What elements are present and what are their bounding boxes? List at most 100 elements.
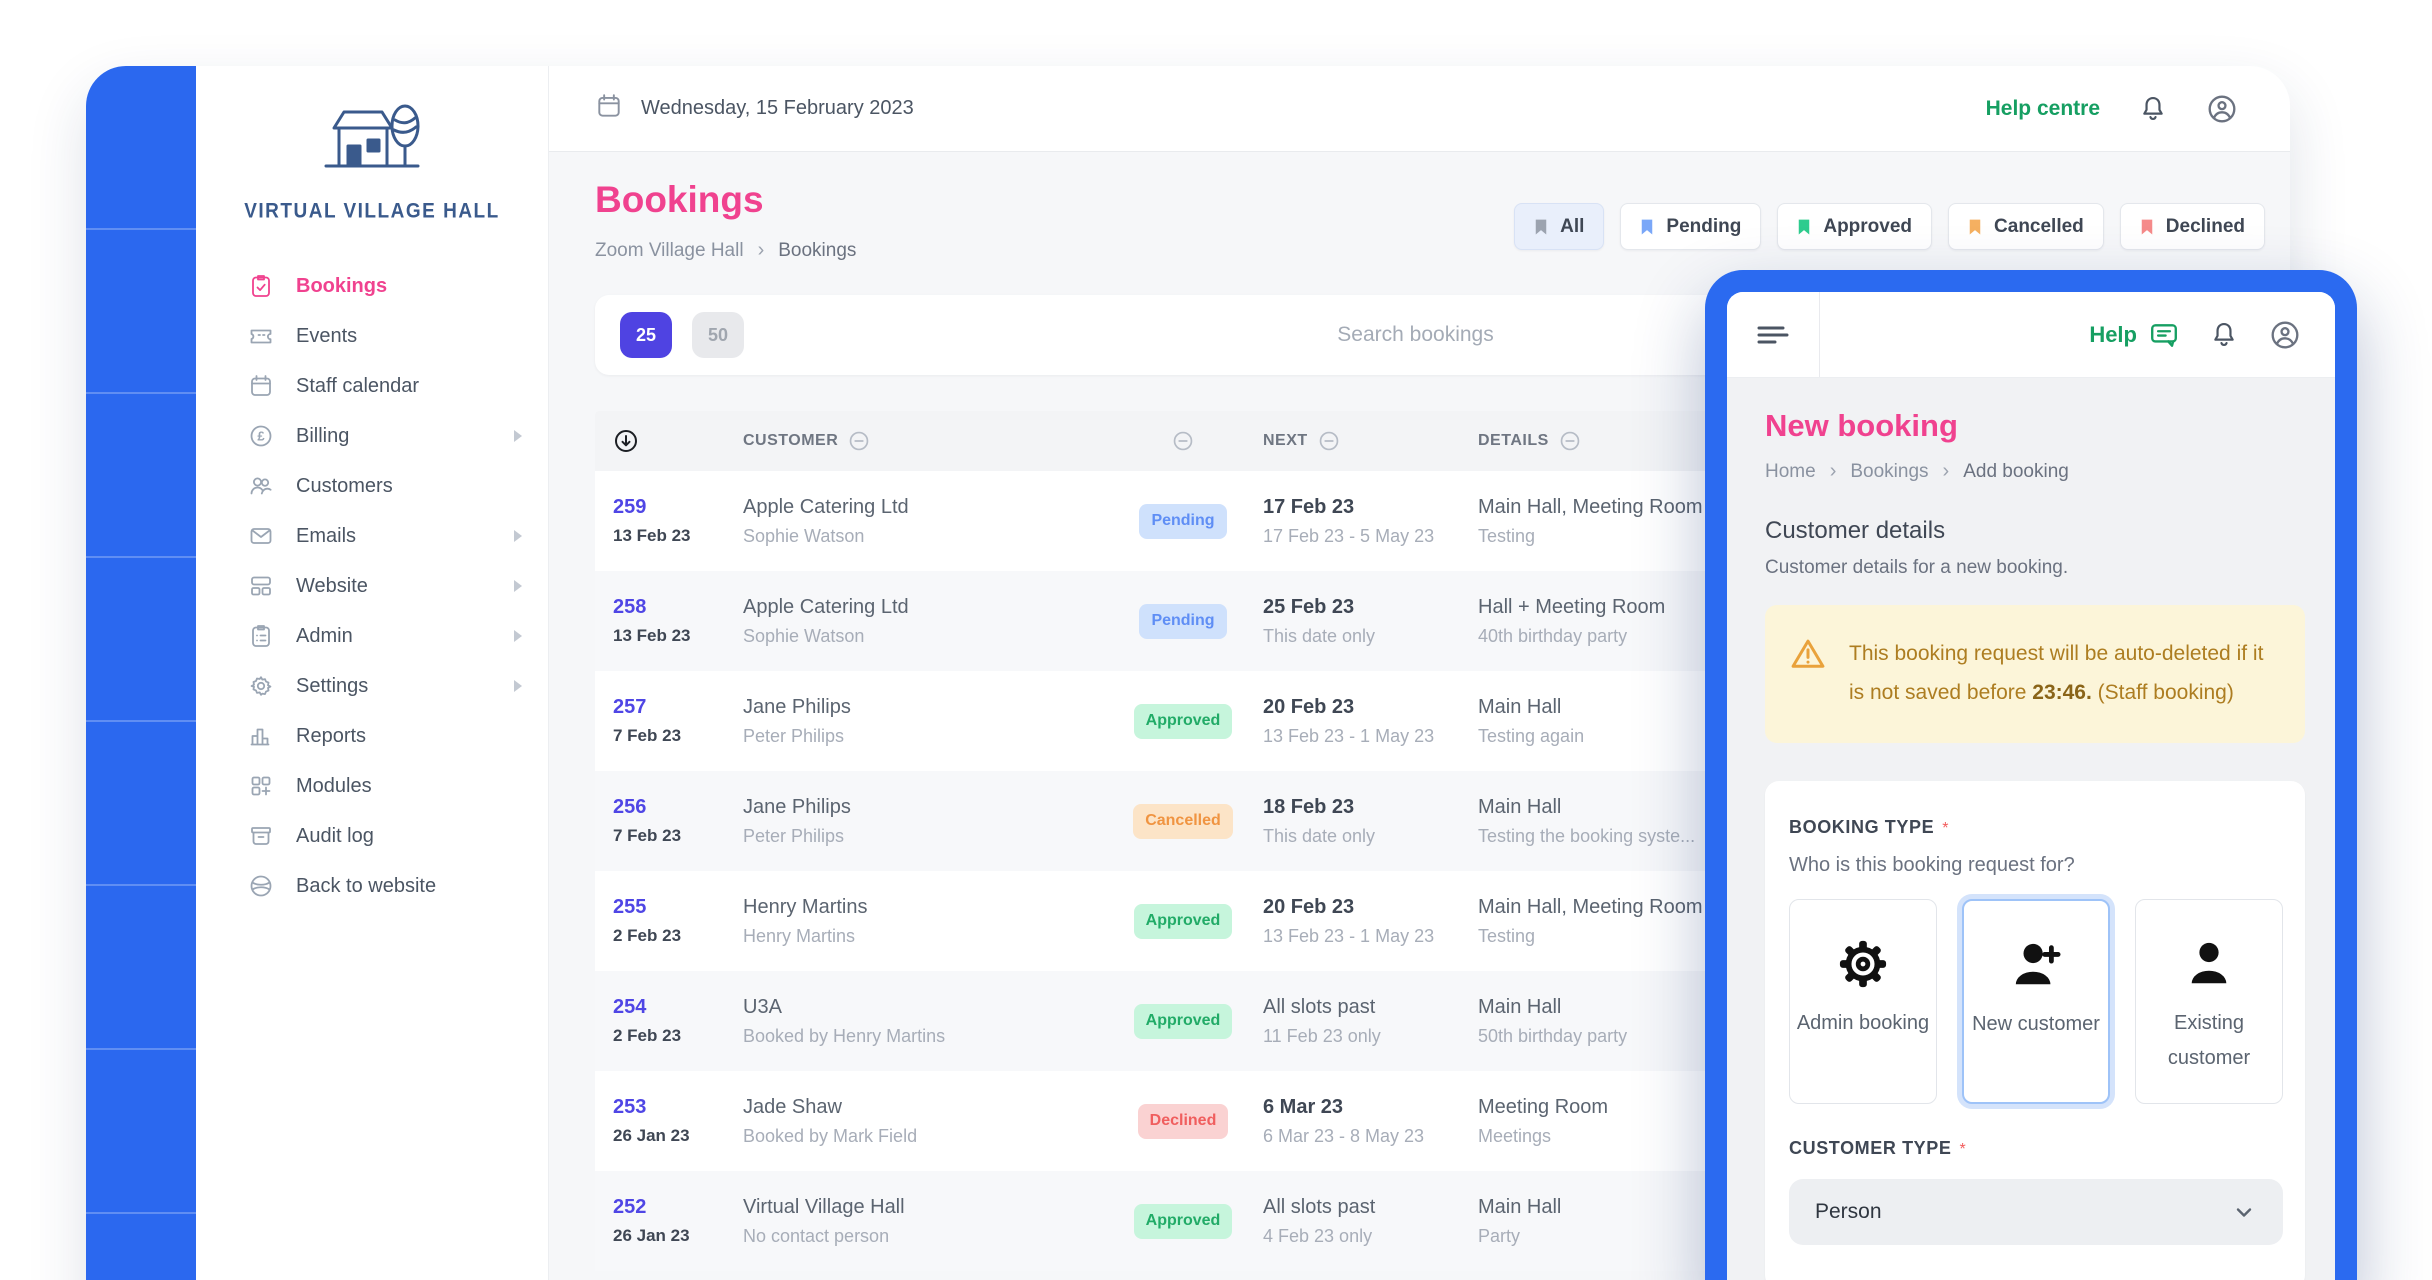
chevron-down-icon [2231, 1199, 2257, 1225]
filter-pending[interactable]: Pending [1620, 203, 1761, 250]
breadcrumb-home[interactable]: Home [1765, 461, 1816, 483]
sidebar-item-admin[interactable]: Admin [248, 611, 522, 661]
bookmark-icon [1797, 218, 1811, 236]
status-badge: Cancelled [1133, 804, 1233, 839]
filter-declined[interactable]: Declined [2120, 203, 2265, 250]
option-admin-booking[interactable]: Admin booking [1789, 899, 1937, 1104]
user-avatar-icon[interactable] [2269, 319, 2301, 351]
booking-form-card: BOOKING TYPE * Who is this booking reques… [1765, 781, 2305, 1280]
panel-title: New booking [1765, 408, 2305, 444]
help-centre-link[interactable]: Help centre [1986, 97, 2100, 121]
booking-type-label: BOOKING TYPE [1789, 817, 1934, 837]
next-column-header[interactable]: NEXT [1263, 430, 1478, 452]
section-title: Customer details [1765, 517, 2305, 545]
status-badge: Approved [1134, 1204, 1233, 1239]
booking-type-options: Admin booking New customer Existing cust… [1789, 899, 2283, 1104]
breadcrumb: Zoom Village Hall Bookings [595, 239, 856, 262]
svg-text:£: £ [257, 429, 265, 444]
circle-minus-icon [848, 430, 870, 452]
status-badge: Pending [1139, 504, 1227, 539]
breadcrumb-bookings[interactable]: Bookings [1850, 461, 1928, 483]
filter-all[interactable]: All [1514, 203, 1604, 250]
users-icon [248, 473, 274, 499]
ticket-icon [248, 323, 274, 349]
page-size-50-button[interactable]: 50 [692, 312, 744, 358]
circle-minus-icon [1318, 430, 1340, 452]
sidebar-item-reports[interactable]: Reports [248, 711, 522, 761]
bell-icon[interactable] [2138, 94, 2168, 124]
chevron-right-icon [514, 430, 522, 442]
new-booking-panel: Help New booking Home Bookings Add booki… [1705, 270, 2357, 1280]
chevron-right-icon [514, 580, 522, 592]
chevron-right-icon [514, 680, 522, 692]
sidebar-item-billing[interactable]: £ Billing [248, 411, 522, 461]
sidebar-item-events[interactable]: Events [248, 311, 522, 361]
panel-body: New booking Home Bookings Add booking Cu… [1727, 408, 2335, 1280]
house-tree-logo-icon [312, 96, 432, 187]
date-display: Wednesday, 15 February 2023 [595, 92, 914, 126]
booking-type-question: Who is this booking request for? [1789, 854, 2283, 877]
warning-triangle-icon [1789, 635, 1827, 713]
chevron-right-icon [514, 530, 522, 542]
bell-icon[interactable] [2209, 320, 2239, 350]
required-asterisk: * [1960, 1141, 1966, 1158]
status-column-header[interactable] [1103, 430, 1263, 452]
status-badge: Approved [1134, 904, 1233, 939]
topbar: Wednesday, 15 February 2023 Help centre [549, 66, 2290, 152]
logo: VIRTUAL VILLAGE HALL [196, 96, 548, 223]
customer-type-select[interactable]: Person [1789, 1179, 2283, 1245]
clipboard-list-icon [248, 623, 274, 649]
required-asterisk: * [1942, 820, 1948, 837]
globe-icon [248, 873, 274, 899]
page-title: Bookings [595, 179, 764, 221]
brand-name: VIRTUAL VILLAGE HALL [244, 200, 500, 225]
panel-breadcrumb: Home Bookings Add booking [1765, 460, 2305, 483]
user-avatar-icon[interactable] [2206, 93, 2238, 125]
person-icon [2184, 936, 2234, 992]
help-link[interactable]: Help [2089, 321, 2179, 349]
sidebar-item-audit-log[interactable]: Audit log [248, 811, 522, 861]
person-plus-icon [2009, 937, 2063, 993]
sidebar-item-modules[interactable]: Modules [248, 761, 522, 811]
breadcrumb-separator [1943, 460, 1950, 483]
breadcrumb-separator [758, 239, 765, 262]
customer-column-header[interactable]: CUSTOMER [743, 430, 1103, 452]
hamburger-menu-icon[interactable] [1727, 292, 1820, 377]
option-existing-customer[interactable]: Existing customer [2135, 899, 2283, 1104]
page-size-25-button[interactable]: 25 [620, 312, 672, 358]
breadcrumb-separator [1830, 460, 1837, 483]
sidebar-item-customers[interactable]: Customers [248, 461, 522, 511]
warning-text: This booking request will be auto-delete… [1849, 635, 2283, 713]
status-badge: Approved [1134, 704, 1233, 739]
sidebar-item-back-to-website[interactable]: Back to website [248, 861, 522, 911]
circle-arrow-down-icon [613, 428, 639, 454]
blue-accent-bar [86, 66, 196, 1280]
sidebar-item-settings[interactable]: Settings [248, 661, 522, 711]
browser-icon [248, 573, 274, 599]
status-badge: Approved [1134, 1004, 1233, 1039]
sidebar: VIRTUAL VILLAGE HALL Bookings Events Sta… [196, 66, 549, 1280]
clipboard-check-icon [248, 273, 274, 299]
sidebar-item-staff-calendar[interactable]: Staff calendar [248, 361, 522, 411]
circle-minus-icon [1559, 430, 1581, 452]
auto-delete-warning: This booking request will be auto-delete… [1765, 605, 2305, 743]
section-subtitle: Customer details for a new booking. [1765, 557, 2305, 579]
sidebar-item-website[interactable]: Website [248, 561, 522, 611]
sidebar-item-bookings[interactable]: Bookings [248, 261, 522, 311]
breadcrumb-parent[interactable]: Zoom Village Hall [595, 240, 744, 262]
pound-circle-icon: £ [248, 423, 274, 449]
status-badge: Pending [1139, 604, 1227, 639]
filter-approved[interactable]: Approved [1777, 203, 1932, 250]
option-new-customer[interactable]: New customer [1962, 899, 2110, 1104]
filter-cancelled[interactable]: Cancelled [1948, 203, 2104, 250]
bookmark-icon [1640, 218, 1654, 236]
sidebar-item-emails[interactable]: Emails [248, 511, 522, 561]
breadcrumb-current: Add booking [1963, 461, 2069, 483]
chevron-right-icon [514, 630, 522, 642]
sort-column-header[interactable] [613, 428, 743, 454]
status-badge: Declined [1138, 1104, 1229, 1139]
status-filters: All Pending Approved Cancelled [1514, 203, 2265, 250]
bookmark-icon [2140, 218, 2154, 236]
bookmark-icon [1968, 218, 1982, 236]
sidebar-nav: Bookings Events Staff calendar £ Billing [196, 261, 548, 911]
